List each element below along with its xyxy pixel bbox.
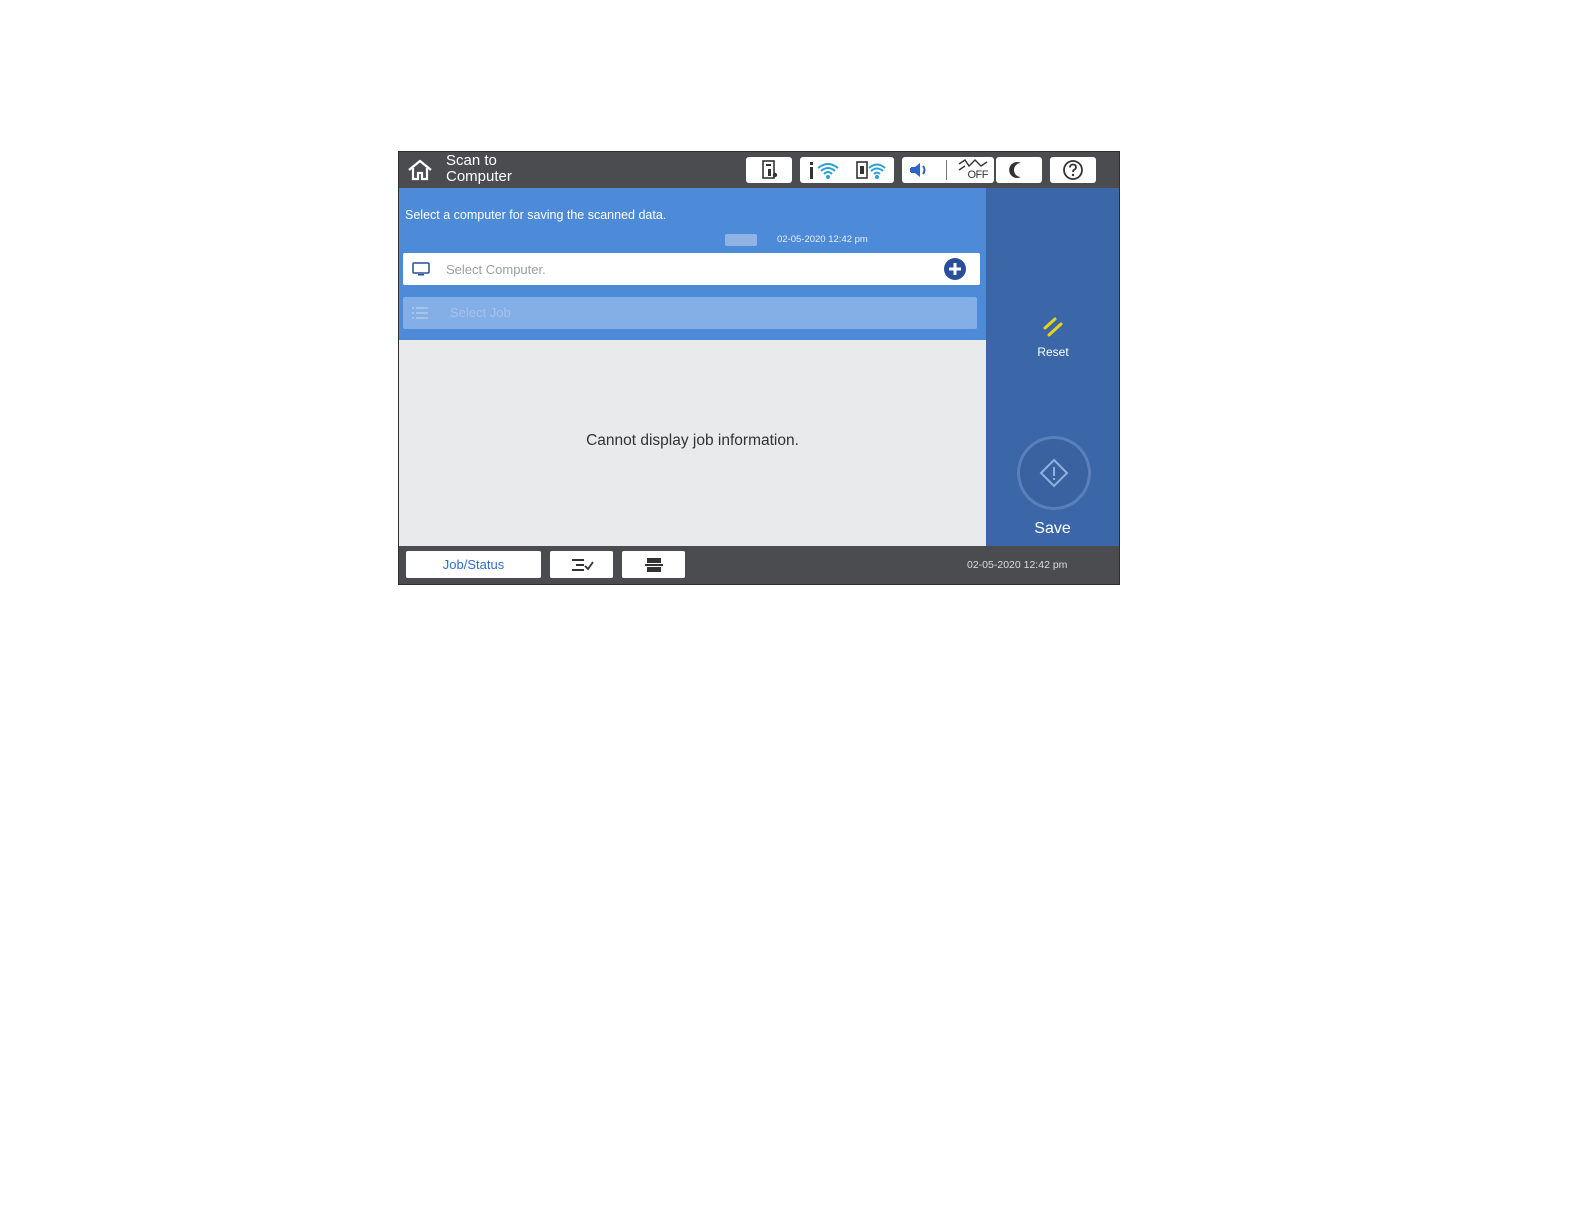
sleep-icon xyxy=(1009,162,1021,178)
bottom-bar: Job/Status 02-05-2020 12:42 pm xyxy=(399,546,1119,584)
help-button[interactable] xyxy=(1050,157,1096,183)
wifi-off-indicator: OFF xyxy=(956,158,990,182)
save-button[interactable] xyxy=(1017,436,1091,510)
select-computer-field[interactable]: Select Computer. xyxy=(403,253,980,285)
reset-button[interactable]: Reset xyxy=(1022,316,1084,362)
reset-icon xyxy=(1043,317,1063,337)
printer-status-button[interactable] xyxy=(746,157,792,183)
wifi-direct-icon xyxy=(855,161,886,179)
printer-jobs-button[interactable] xyxy=(622,551,685,578)
home-button[interactable] xyxy=(405,157,435,183)
page-title-line2: Computer xyxy=(446,168,512,185)
select-job-placeholder: Select Job xyxy=(450,305,511,320)
job-list-button[interactable] xyxy=(550,551,613,578)
reset-label: Reset xyxy=(1037,345,1069,359)
job-status-button[interactable]: Job/Status xyxy=(406,551,541,578)
add-computer-icon[interactable] xyxy=(943,257,967,281)
instruction-text: Select a computer for saving the scanned… xyxy=(405,208,667,222)
sound-wifi-off-button[interactable]: OFF xyxy=(902,157,994,183)
printer-status-icon xyxy=(762,160,778,179)
job-datetime: 02-05-2020 12:42 pm xyxy=(777,234,868,245)
job-info-message: Cannot display job information. xyxy=(586,432,799,449)
wifi-off-label: OFF xyxy=(967,169,989,181)
wifi-icon xyxy=(809,162,839,179)
start-icon xyxy=(1039,458,1069,488)
help-icon xyxy=(1063,160,1083,180)
action-panel: Reset Save xyxy=(986,188,1119,546)
list-icon xyxy=(412,307,428,319)
select-computer-placeholder: Select Computer. xyxy=(446,262,546,277)
home-icon xyxy=(408,159,432,181)
select-job-field[interactable]: Select Job xyxy=(403,297,977,329)
job-check-icon xyxy=(571,558,594,571)
computer-icon xyxy=(412,262,430,276)
status-datetime: 02-05-2020 12:42 pm xyxy=(967,559,1068,571)
sleep-button[interactable] xyxy=(996,157,1042,183)
divider xyxy=(945,160,947,180)
printer-icon xyxy=(644,557,663,572)
save-label: Save xyxy=(1034,520,1071,537)
top-bar: Scan to Computer OFF xyxy=(399,152,1119,188)
page-title-line1: Scan to xyxy=(446,152,497,169)
page-title: Scan to Computer xyxy=(446,153,512,185)
network-status-button[interactable] xyxy=(800,157,894,183)
job-info-area: Cannot display job information. xyxy=(399,340,986,546)
printer-panel-screen: Scan to Computer OFF Select a computer f… xyxy=(398,151,1120,585)
job-badge xyxy=(725,234,757,246)
speaker-icon xyxy=(909,163,925,177)
destination-area: Select a computer for saving the scanned… xyxy=(399,188,986,340)
